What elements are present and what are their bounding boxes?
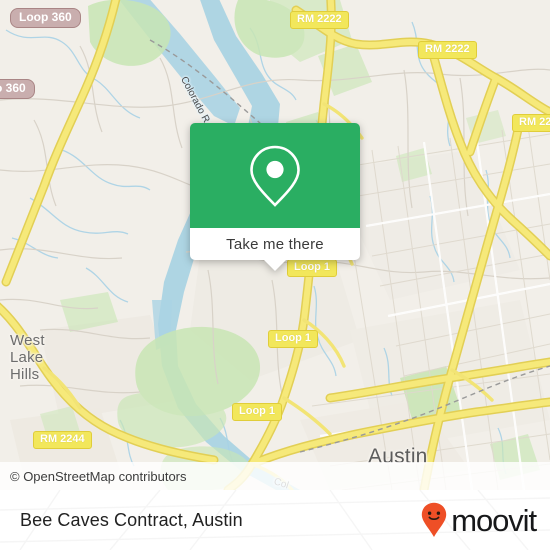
road-shield-8: RM 2244 [33, 431, 92, 449]
popup-icon-area [190, 123, 360, 228]
road-shield-6: Loop 1 [268, 330, 319, 348]
take-me-there-popup[interactable]: Take me there [190, 123, 360, 271]
footer-bar: Bee Caves Contract, Austin moovit [0, 490, 550, 550]
road-shield-5: Loop 1 [287, 259, 338, 277]
take-me-there-label: Take me there [226, 235, 324, 253]
road-shield-0: Loop 360 [10, 8, 81, 28]
attribution-text: © OpenStreetMap contributors [10, 468, 187, 484]
moovit-logo: moovit [421, 502, 537, 538]
popup-cta-area[interactable]: Take me there [190, 228, 360, 271]
road-shield-7: Loop 1 [232, 403, 283, 421]
moovit-wordmark: moovit [451, 502, 537, 538]
road-shield-3: RM 2222 [418, 41, 477, 59]
place-label-0: West Lake Hills [10, 332, 45, 383]
moovit-map-screenshot: Loop 360 o 360 RM 2222 RM 2222 RM 222 Loop 1 L… [0, 0, 550, 550]
map-pin-icon [250, 145, 300, 207]
map-attribution: © OpenStreetMap contributors [0, 462, 550, 490]
moovit-pin-icon [422, 502, 447, 537]
popup-tail-icon [264, 260, 286, 271]
road-shield-2: RM 2222 [290, 11, 349, 29]
location-title: Bee Caves Contract, Austin [20, 509, 243, 530]
road-shield-1: o 360 [0, 79, 35, 99]
road-shield-4: RM 222 [512, 114, 550, 132]
